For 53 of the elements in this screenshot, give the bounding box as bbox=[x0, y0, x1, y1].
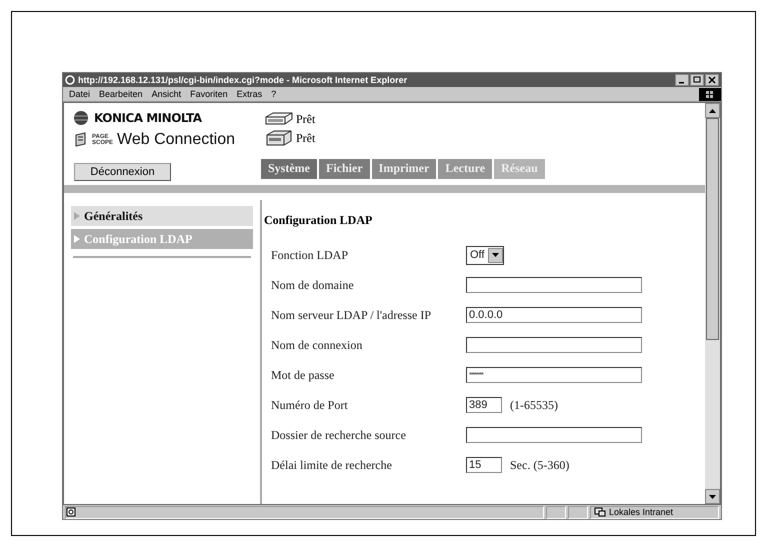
windows-logo-icon bbox=[699, 88, 721, 100]
input-field[interactable] bbox=[466, 427, 642, 443]
page-logo-icon bbox=[74, 132, 88, 148]
dropdown[interactable]: Off bbox=[466, 246, 504, 264]
field-label: Mot de passe bbox=[270, 368, 336, 382]
input-field[interactable] bbox=[466, 337, 642, 353]
nav-tab[interactable]: Fichier bbox=[319, 159, 370, 179]
range-hint: Sec. (5-360) bbox=[510, 458, 570, 472]
field-label: Fonction LDAP bbox=[270, 248, 350, 262]
menu-item[interactable]: Bearbeiten bbox=[99, 89, 143, 99]
section-heading: Configuration LDAP bbox=[263, 213, 374, 228]
minimize-icon[interactable] bbox=[675, 74, 689, 86]
printer-icon bbox=[264, 129, 294, 147]
field-label: Nom de connexion bbox=[270, 338, 364, 352]
field-label: Délai limite de recherche bbox=[270, 458, 393, 472]
status-panel bbox=[568, 506, 588, 518]
field-label: Numéro de Port bbox=[270, 398, 349, 412]
scrollbar[interactable] bbox=[705, 103, 720, 504]
menu-item[interactable]: Datei bbox=[69, 89, 90, 99]
triangle-icon bbox=[74, 212, 80, 220]
scanner-icon bbox=[264, 111, 294, 127]
close-icon[interactable] bbox=[705, 74, 719, 86]
input-field[interactable] bbox=[466, 277, 642, 293]
nav-tab[interactable]: Système bbox=[261, 159, 317, 179]
field-label: Dossier de recherche source bbox=[270, 428, 407, 442]
page-icon bbox=[66, 507, 76, 517]
product-name: Web Connection bbox=[117, 131, 236, 149]
triangle-icon bbox=[74, 235, 80, 243]
input-field[interactable]: 0.0.0.0 bbox=[466, 307, 642, 323]
dropdown-arrow-icon bbox=[492, 253, 500, 257]
field-label: Nom de domaine bbox=[270, 278, 355, 292]
logout-button[interactable]: Déconnexion bbox=[74, 163, 171, 181]
status-text: Prêt bbox=[296, 130, 316, 146]
scroll-up-icon[interactable] bbox=[709, 108, 716, 112]
sidebar-item[interactable]: Généralités bbox=[71, 206, 253, 226]
globe-logo-icon bbox=[74, 111, 88, 125]
scroll-down-icon[interactable] bbox=[709, 494, 716, 498]
maximize-icon[interactable] bbox=[690, 74, 704, 86]
zone-label: Lokales Intranet bbox=[609, 507, 674, 517]
input-field[interactable]: 389 bbox=[466, 397, 502, 413]
company-logo-text: KONICA MINOLTA bbox=[94, 111, 202, 125]
status-text: Prêt bbox=[296, 112, 316, 126]
input-field[interactable]: 15 bbox=[466, 457, 502, 473]
range-hint: (1-65535) bbox=[510, 398, 558, 412]
window-title: http://192.168.12.131/psl/cgi-bin/index.cgi?mode - Microsoft Internet Explorer bbox=[78, 75, 408, 85]
menu-item[interactable]: Extras bbox=[236, 89, 262, 99]
menu-item[interactable]: Ansicht bbox=[152, 89, 182, 99]
menu-item[interactable]: ? bbox=[271, 89, 276, 99]
network-icon bbox=[594, 507, 606, 517]
field-label: Nom serveur LDAP / l'adresse IP bbox=[270, 308, 432, 322]
status-panel bbox=[546, 506, 566, 518]
menu-item[interactable]: Favoriten bbox=[190, 89, 228, 99]
browser-icon bbox=[65, 75, 75, 85]
